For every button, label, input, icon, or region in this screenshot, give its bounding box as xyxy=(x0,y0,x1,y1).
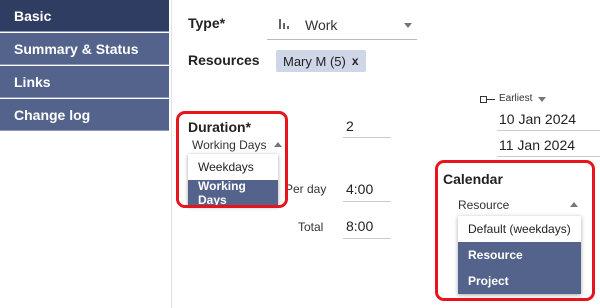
sidebar-item-label: Change log xyxy=(14,106,91,123)
duration-highlight-box xyxy=(176,111,288,208)
bar-chart-icon xyxy=(279,19,291,29)
chevron-down-icon xyxy=(538,96,547,102)
field-underline xyxy=(497,130,600,131)
per-day-field[interactable]: 4:00 xyxy=(346,181,373,197)
chevron-down-icon xyxy=(404,23,412,28)
sidebar-item-basic[interactable]: Basic xyxy=(0,0,169,32)
total-field[interactable]: 8:00 xyxy=(346,218,373,234)
divider xyxy=(171,0,172,308)
sidebar-item-change-log[interactable]: Change log xyxy=(0,99,169,131)
constraint-select[interactable]: Earliest xyxy=(480,93,547,104)
resources-label: Resources xyxy=(188,52,260,68)
type-value: Work xyxy=(305,17,338,33)
calendar-highlight-box xyxy=(435,160,595,301)
sidebar-item-label: Basic xyxy=(14,7,52,24)
duration-value-field[interactable]: 2 xyxy=(346,118,354,134)
type-label: Type* xyxy=(188,15,226,31)
start-date-field[interactable]: 10 Jan 2024 xyxy=(499,111,576,127)
sidebar-item-label: Links xyxy=(14,73,51,90)
field-underline xyxy=(343,137,391,138)
resource-chip-label: Mary M (5) xyxy=(283,53,346,69)
per-day-label: Per day xyxy=(285,182,327,196)
type-select[interactable]: Work xyxy=(267,8,417,40)
constraint-value: Earliest xyxy=(499,93,533,104)
field-underline xyxy=(343,201,391,202)
sidebar-item-links[interactable]: Links xyxy=(0,66,169,98)
field-underline xyxy=(497,156,600,157)
resource-chip: Mary M (5) x xyxy=(276,50,366,72)
sidebar-item-summary-status[interactable]: Summary & Status xyxy=(0,33,169,65)
sidebar: Basic Summary & Status Links Change log xyxy=(0,0,169,308)
sidebar-item-label: Summary & Status xyxy=(14,40,139,57)
field-underline xyxy=(343,238,391,239)
remove-resource-icon[interactable]: x xyxy=(352,54,359,68)
link-icon xyxy=(480,95,496,103)
end-date-field[interactable]: 11 Jan 2024 xyxy=(499,137,575,153)
total-label: Total xyxy=(298,220,324,234)
